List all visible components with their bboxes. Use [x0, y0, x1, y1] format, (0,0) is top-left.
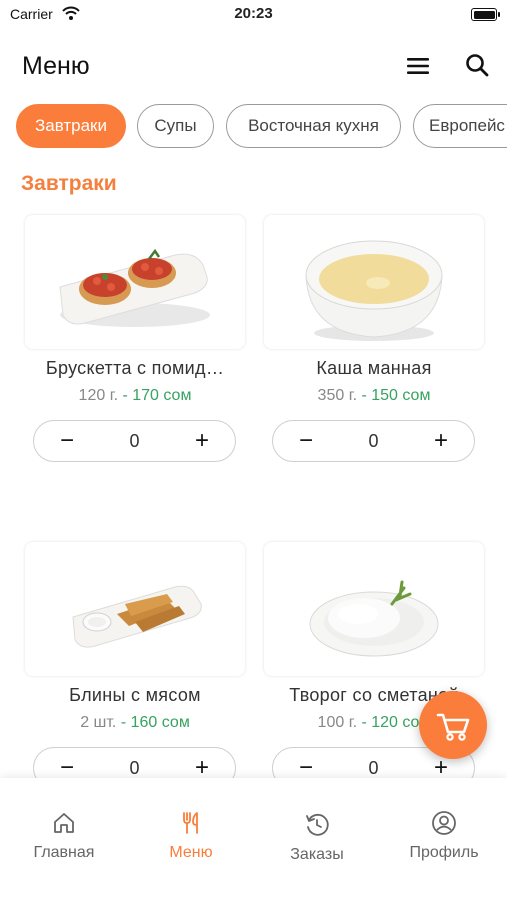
section-title: Завтраки — [21, 172, 117, 195]
tab-label: Профиль — [409, 844, 479, 861]
tab-menu[interactable]: Меню — [136, 810, 246, 862]
product-weight: 2 шт. — [80, 714, 117, 731]
tab-label: Заказы — [290, 846, 344, 863]
product-image-semolina — [264, 215, 484, 349]
search-icon[interactable] — [464, 52, 490, 78]
product-weight: 120 г. — [78, 387, 119, 404]
hamburger-menu-icon[interactable] — [405, 55, 431, 77]
cart-icon — [436, 713, 470, 741]
product-meta: 2 шт. - 160 сом — [20, 714, 250, 732]
page-title: Меню — [22, 52, 90, 80]
product-name: Каша манная — [316, 358, 432, 378]
cart-button[interactable] — [419, 691, 487, 759]
product-price: - 170 сом — [118, 387, 192, 404]
profile-icon — [432, 811, 456, 835]
tab-profile[interactable]: Профиль — [389, 810, 499, 862]
product-name: Блины с мясом — [69, 685, 201, 705]
category-chip-breakfast[interactable]: Завтраки — [16, 104, 126, 148]
increase-button[interactable]: + — [186, 425, 218, 457]
product-meta: 350 г. - 150 сом — [259, 387, 489, 405]
status-bar: Carrier 20:23 — [0, 0, 507, 30]
product-price: - 160 сом — [116, 714, 190, 731]
fork-knife-icon — [183, 812, 198, 834]
product-image-bruschetta — [25, 215, 245, 349]
tab-label: Главная — [33, 844, 95, 861]
product-meta: 120 г. - 170 сом — [20, 387, 250, 405]
category-chip-soups[interactable]: Супы — [137, 104, 214, 148]
product-name: Брускетта с помид… — [45, 358, 225, 378]
home-icon — [54, 813, 74, 833]
quantity-stepper: − 0 + — [272, 420, 475, 462]
clock: 20:23 — [234, 5, 273, 22]
product-weight: 100 г. — [317, 714, 358, 731]
quantity-stepper: − 0 + — [33, 420, 236, 462]
battery-icon — [471, 8, 500, 21]
tab-home[interactable]: Главная — [9, 810, 119, 862]
product-image-blini — [25, 542, 245, 676]
product-image-cottage-cheese — [264, 542, 484, 676]
bottom-tab-bar: Главная Меню Заказы Профиль — [0, 778, 507, 900]
category-chip-european[interactable]: Европейс — [413, 104, 507, 148]
increase-button[interactable]: + — [425, 425, 457, 457]
tab-orders[interactable]: Заказы — [262, 812, 372, 864]
product-price: - 150 сом — [357, 387, 431, 404]
history-icon — [306, 813, 329, 836]
app-header: Меню — [0, 40, 507, 90]
tab-label: Меню — [169, 844, 213, 861]
category-tabs: Завтраки Супы Восточная кухня Европейс — [0, 104, 507, 150]
product-weight: 350 г. — [317, 387, 358, 404]
category-chip-oriental[interactable]: Восточная кухня — [226, 104, 401, 148]
